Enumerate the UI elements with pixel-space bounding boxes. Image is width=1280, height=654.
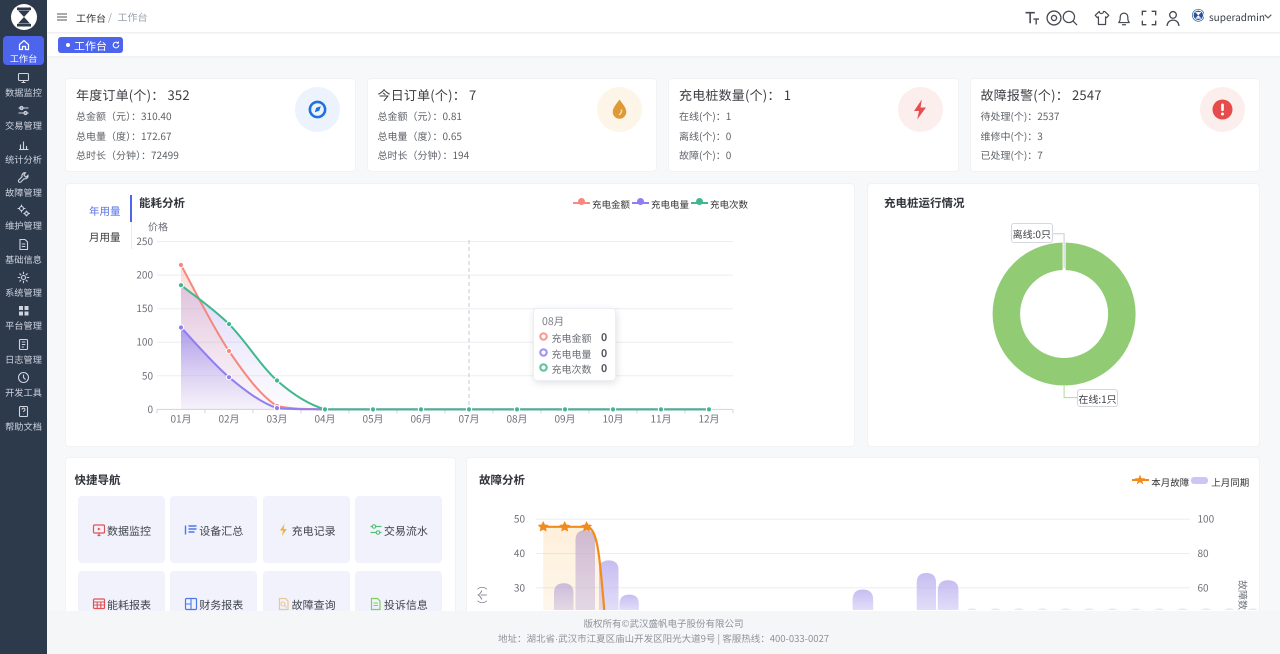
svg-text:故障数（个）: 故障数（个）	[474, 580, 489, 610]
svg-text:60: 60	[1198, 579, 1210, 594]
svg-text:08月: 08月	[506, 410, 527, 425]
svg-text:09月: 09月	[554, 410, 575, 425]
svg-text:250: 250	[136, 233, 153, 248]
svg-text:12月: 12月	[698, 410, 719, 425]
svg-text:04月: 04月	[314, 410, 335, 425]
svg-text:200: 200	[136, 267, 153, 282]
svg-text:价格: 价格	[148, 219, 168, 234]
svg-text:11月: 11月	[650, 410, 671, 425]
svg-text:30: 30	[514, 579, 526, 594]
svg-text:80: 80	[1198, 545, 1210, 560]
svg-text:故障数（个）: 故障数（个）	[1236, 580, 1251, 610]
svg-text:50: 50	[514, 511, 526, 526]
svg-text:10月: 10月	[602, 410, 623, 425]
svg-text:05月: 05月	[362, 410, 383, 425]
svg-text:40: 40	[514, 545, 526, 560]
svg-text:06月: 06月	[410, 410, 431, 425]
svg-text:07月: 07月	[458, 410, 479, 425]
svg-text:01月: 01月	[170, 410, 191, 425]
svg-text:03月: 03月	[266, 410, 287, 425]
svg-text:150: 150	[136, 300, 153, 315]
svg-text:50: 50	[142, 367, 154, 382]
svg-text:100: 100	[136, 334, 153, 349]
svg-text:02月: 02月	[218, 410, 239, 425]
svg-text:100: 100	[1198, 511, 1215, 526]
svg-text:0: 0	[147, 401, 153, 416]
